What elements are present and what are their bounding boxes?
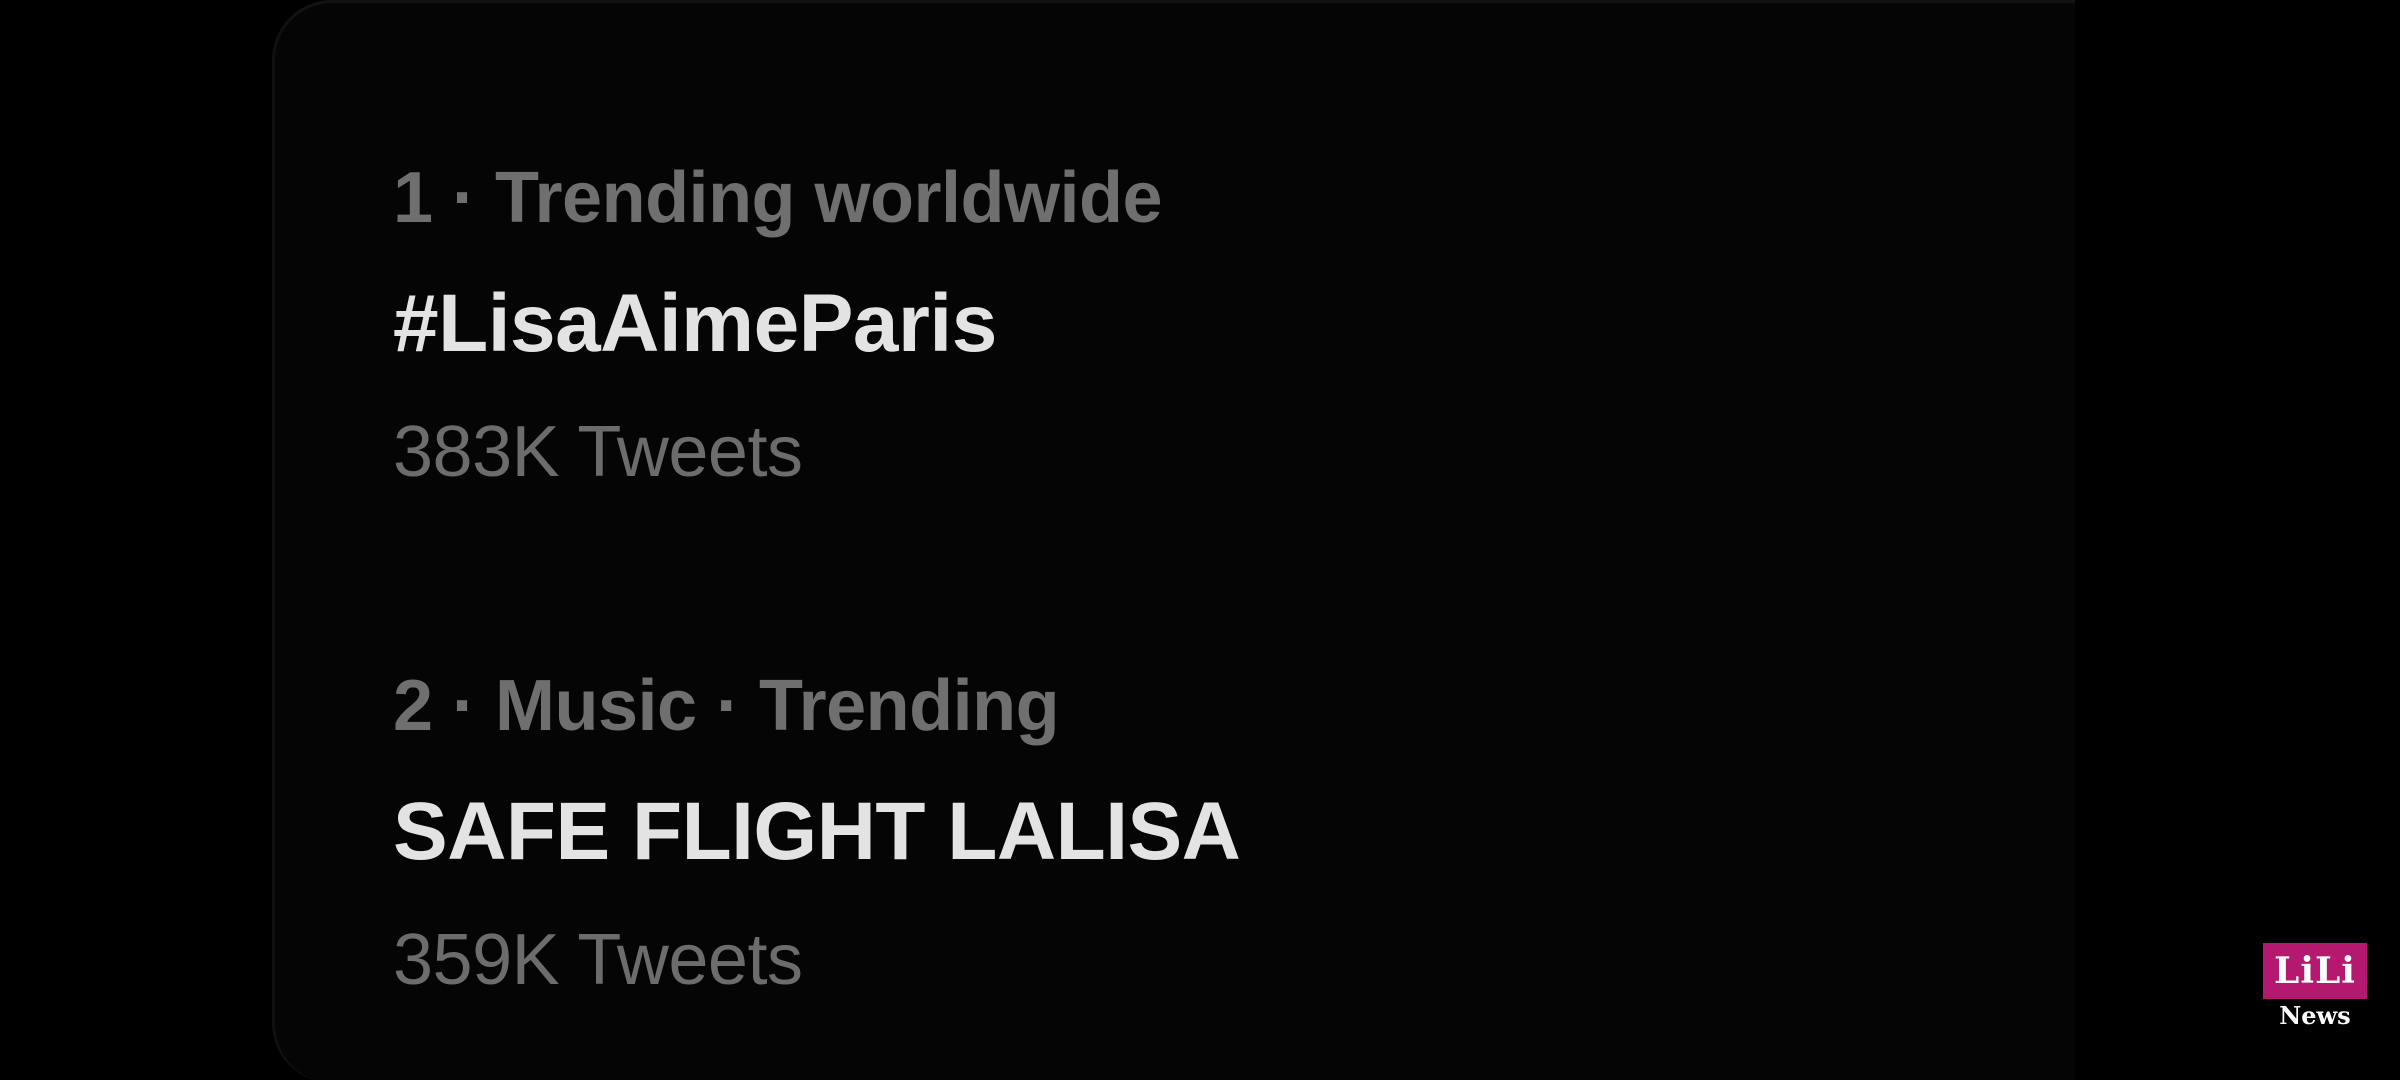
trend-title[interactable]: SAFE FLIGHT LALISA xyxy=(393,776,1241,888)
watermark-label: News xyxy=(2279,1001,2351,1030)
watermark-logo: LiLi xyxy=(2263,943,2367,999)
channel-watermark: LiLi News xyxy=(2263,943,2367,1033)
trend-item-2[interactable]: 2 · Music · Trending SAFE FLIGHT LALISA … xyxy=(393,658,1241,1008)
trend-title[interactable]: #LisaAimeParis xyxy=(393,268,1162,380)
trend-tweet-count: 383K Tweets xyxy=(393,412,803,492)
trend-context: 2 · Music · Trending xyxy=(393,666,1060,746)
trend-item-1[interactable]: 1 · Trending worldwide #LisaAimeParis 38… xyxy=(393,150,1163,500)
trend-tweet-count: 359K Tweets xyxy=(393,920,803,1000)
trend-context: 1 · Trending worldwide xyxy=(393,158,1163,238)
screenshot-frame: 1 · Trending worldwide #LisaAimeParis 38… xyxy=(0,0,2400,1080)
